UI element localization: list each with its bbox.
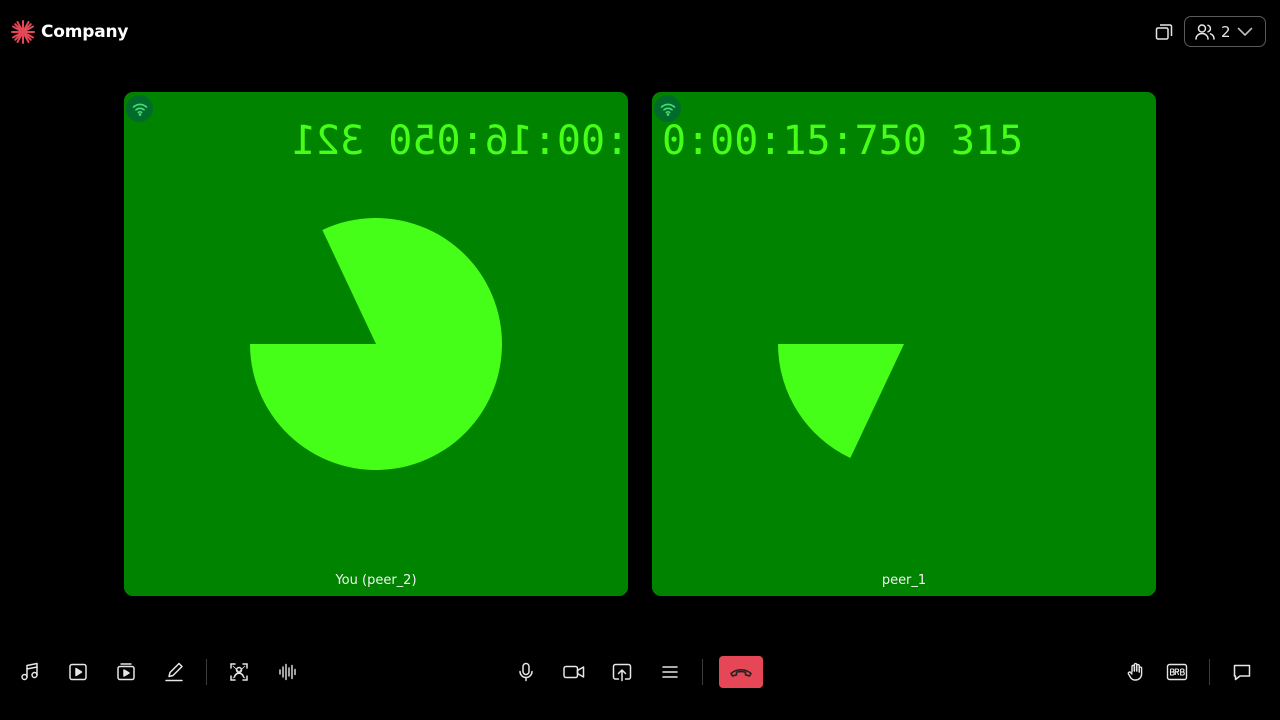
whiteboard-button[interactable]	[162, 660, 186, 684]
pencil-whiteboard-icon	[164, 662, 184, 682]
brand: Company	[11, 20, 128, 44]
play-video-icon	[68, 662, 88, 682]
play-video-button[interactable]	[66, 660, 90, 684]
people-icon	[1195, 23, 1215, 41]
brb-button[interactable]	[1165, 660, 1189, 684]
virtual-background-button[interactable]	[227, 660, 251, 684]
music-icon	[20, 662, 40, 682]
chat-button[interactable]	[1230, 660, 1254, 684]
screen-share-button[interactable]	[610, 660, 634, 684]
leave-call-icon	[729, 665, 753, 679]
camera-button[interactable]	[562, 660, 586, 684]
raise-hand-button[interactable]	[1124, 660, 1148, 684]
toolbar-divider	[702, 659, 703, 685]
timer-overlay: 0:00:15:750 315	[662, 118, 1024, 164]
participant-count: 2	[1221, 22, 1231, 41]
brand-name: Company	[41, 22, 129, 42]
menu-icon	[660, 662, 680, 682]
timer-overlay: 0:00:16:050 321	[292, 118, 628, 164]
participant-name: You (peer_2)	[335, 573, 417, 588]
network-badge	[126, 95, 153, 122]
participant-name: peer_1	[881, 573, 927, 588]
network-badge	[654, 95, 681, 122]
video-tile-remote[interactable]: 0:00:15:750 315 peer_1	[652, 92, 1156, 596]
wifi-icon	[660, 102, 676, 116]
screen-share-icon	[612, 662, 632, 682]
audio-waveform-icon	[278, 662, 298, 682]
virtual-background-icon	[229, 662, 249, 682]
microphone-icon	[516, 662, 536, 682]
picture-in-picture-button[interactable]	[1153, 21, 1175, 43]
asterisk-logo-icon	[11, 20, 35, 44]
chat-icon	[1232, 662, 1252, 682]
pie-graphic	[250, 218, 503, 470]
video-gallery-button[interactable]	[114, 660, 138, 684]
wifi-icon	[132, 102, 148, 116]
raise-hand-icon	[1126, 662, 1146, 682]
more-menu-button[interactable]	[658, 660, 682, 684]
picture-in-picture-icon	[1155, 23, 1173, 41]
toolbar-divider	[1209, 659, 1210, 685]
leave-call-button[interactable]	[719, 656, 763, 688]
microphone-button[interactable]	[514, 660, 538, 684]
pie-sector	[778, 344, 904, 459]
brb-icon	[1166, 662, 1188, 682]
video-gallery-icon	[116, 662, 136, 682]
pie-sector	[250, 218, 503, 470]
toolbar-divider	[206, 659, 207, 685]
noise-suppression-button[interactable]	[276, 660, 300, 684]
music-button[interactable]	[18, 660, 42, 684]
pie-graphic	[778, 344, 904, 459]
video-tile-local[interactable]: 0:00:16:050 321 You (peer_2)	[124, 92, 628, 596]
chevron-down-icon	[1237, 27, 1253, 37]
camera-icon	[563, 662, 585, 682]
participants-button[interactable]: 2	[1184, 16, 1266, 47]
